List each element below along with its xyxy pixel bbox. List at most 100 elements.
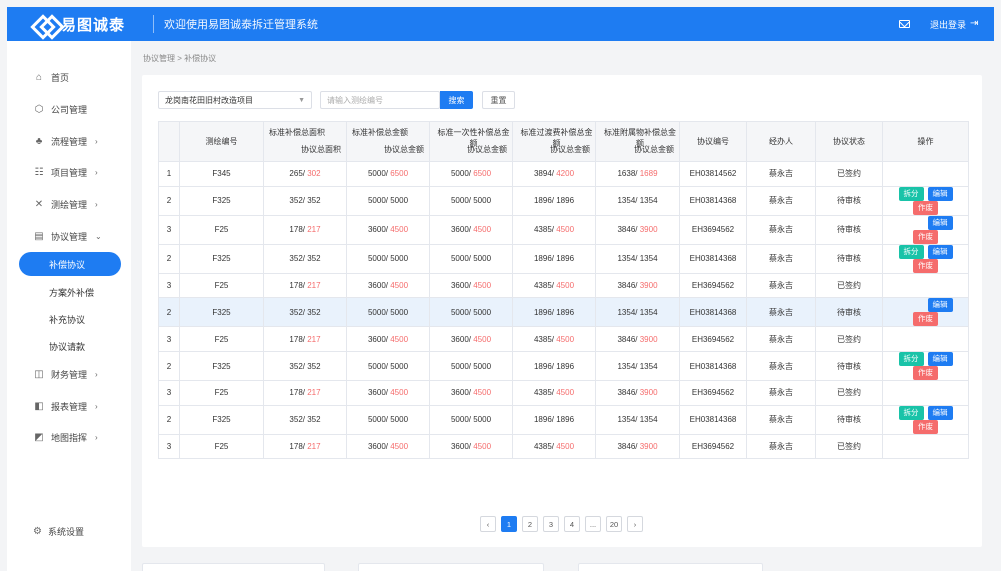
table-row[interactable]: 1 F345 265/ 302 5000/ 6500 5000/ 6500 3894/ 4… [158,161,969,187]
survey-no-search-input[interactable] [320,91,440,109]
edit-button[interactable]: 编辑 [927,352,953,367]
edit-button[interactable]: 编辑 [927,405,953,420]
void-button[interactable]: 作废 [913,200,938,215]
table-row[interactable]: 2 F325 352/ 352 5000/ 5000 5000/ 5000 1896/ 1… [158,404,969,435]
logout-icon[interactable]: ⇥ [970,19,980,29]
gear-icon: ⚙ [33,526,42,537]
agreement-value: 5000 [390,254,409,264]
sidebar-subitem-2[interactable]: 补充协议 [7,307,131,331]
agreement-value: 4500 [473,388,492,398]
agreement-value: 4500 [390,442,409,452]
split-button[interactable]: 拆分 [898,186,924,201]
cell-agreement-no: EH03814562 [679,161,747,187]
project-select[interactable]: 龙岗南花田旧村改造项目 ▼ [158,91,312,109]
standard-value: 3600/ [450,225,474,235]
top-bar: 易图诚泰 欢迎使用易图诚泰拆迁管理系统 退出登录 ⇥ [7,7,994,41]
page-button[interactable]: ... [585,516,601,532]
table-row[interactable]: 3 F25 178/ 217 3600/ 4500 3600/ 4500 4385/ 45… [158,433,969,460]
table-row[interactable]: 3 F25 178/ 217 3600/ 4500 3600/ 4500 4385/ 45… [158,214,969,245]
standard-value: 1354/ [617,307,640,317]
header-divider [153,15,154,33]
sidebar-item-3[interactable]: ☷ 项目管理 › [7,160,131,184]
standard-value: 3846/ [617,442,640,452]
split-button[interactable]: 拆分 [898,352,924,367]
void-button[interactable]: 作废 [913,312,938,327]
sidebar-item-8[interactable]: ◩ 地图指挥 › [7,425,131,449]
void-button[interactable]: 作废 [913,229,938,244]
void-button[interactable]: 作废 [913,419,938,434]
edit-button[interactable]: 编辑 [927,298,953,313]
edit-button[interactable]: 编辑 [927,215,953,230]
table-row[interactable]: 2 F325 352/ 352 5000/ 5000 5000/ 5000 1896/ 1… [158,351,969,382]
reset-button[interactable]: 重置 [482,91,515,109]
cell-amount-pair: 178/ 217 [263,272,347,299]
sidebar-item-0[interactable]: ⌂ 首页 [7,65,131,89]
standard-value: 3846/ [617,388,640,398]
col-survey-no: 测绘编号 [179,121,264,162]
project-select-value: 龙岗南花田旧村改造项目 [165,95,253,105]
sidebar-item-6[interactable]: ◫ 财务管理 › [7,362,131,386]
cell-handler: 蔡永吉 [746,404,816,435]
edit-button[interactable]: 编辑 [927,186,953,201]
sidebar-item-2[interactable]: ♣ 流程管理 › [7,129,131,153]
logout-button[interactable]: 退出登录 [930,18,966,31]
cell-amount-pair: 5000/ 5000 [346,404,430,435]
mail-icon[interactable] [898,20,910,28]
cell-index: 3 [158,272,180,299]
void-button[interactable]: 作废 [913,258,938,273]
sidebar-subitem-1[interactable]: 方案外补偿 [7,280,131,304]
split-button[interactable]: 拆分 [898,244,924,259]
status-badge: 已签约 [815,326,883,353]
page-button[interactable]: 1 [501,516,517,532]
sidebar-item-1[interactable]: ⬡ 公司管理 [7,97,131,121]
page-button[interactable]: 20 [606,516,622,532]
table-row[interactable]: 3 F25 178/ 217 3600/ 4500 3600/ 4500 4385/ 45… [158,272,969,299]
standard-value: 5000/ [450,361,474,371]
sidebar-item-5[interactable]: ▤ 协议管理 ⌄ [7,224,131,248]
standard-value: 1354/ [617,361,640,371]
sidebar-item-settings[interactable]: ⚙ 系统设置 [33,525,84,538]
page-button[interactable]: 3 [543,516,559,532]
cell-agreement-no: EH3694562 [679,380,747,406]
standard-value: 5000/ [367,307,391,317]
sidebar-item-label: 首页 [51,72,70,83]
col-agreement-no: 协议编号 [679,121,747,162]
agreement-value: 5000 [390,361,409,371]
col-handler: 经办人 [746,121,816,162]
table-row[interactable]: 2 F325 352/ 352 5000/ 5000 5000/ 5000 1896/ 1… [158,243,969,274]
next-page-button[interactable]: › [627,516,643,532]
sidebar-subitem-0[interactable]: 补偿协议 [19,252,121,276]
breadcrumb: 协议管理 > 补偿协议 [143,54,217,63]
search-button[interactable]: 搜索 [440,91,473,109]
table-row[interactable]: 3 F25 178/ 217 3600/ 4500 3600/ 4500 4385/ 45… [158,380,969,406]
building-icon: ⬡ [34,103,44,115]
sidebar-item-label: 系统设置 [47,527,84,537]
page-button[interactable]: 2 [522,516,538,532]
sidebar-subitem-3[interactable]: 协议请款 [7,334,131,358]
table-row[interactable]: 3 F25 178/ 217 3600/ 4500 3600/ 4500 4385/ 45… [158,326,969,353]
standard-value: 352/ [289,196,308,206]
standard-value: 1896/ [533,307,557,317]
agreement-value: 1354 [639,196,658,206]
cell-survey-no: F345 [179,161,264,187]
sidebar-item-7[interactable]: ◧ 报表管理 › [7,394,131,418]
table-row[interactable]: 2 F325 352/ 352 5000/ 5000 5000/ 5000 1896/ 1… [158,297,969,328]
agreement-value: 4500 [473,225,492,235]
split-button[interactable]: 拆分 [898,405,924,420]
table-row[interactable]: 2 F325 352/ 352 5000/ 5000 5000/ 5000 1896/ 1… [158,185,969,216]
standard-value: 3600/ [367,281,391,291]
cell-agreement-no: EH03814368 [679,351,747,382]
standard-value: 5000/ [367,254,391,264]
status-badge: 待审核 [815,351,883,382]
void-button[interactable]: 作废 [913,366,938,381]
edit-button[interactable]: 编辑 [927,244,953,259]
page-button[interactable]: 4 [564,516,580,532]
sidebar-item-label: 财务管理 [51,369,88,380]
sidebar-item-4[interactable]: ✕ 测绘管理 › [7,192,131,216]
cell-handler: 蔡永吉 [746,243,816,274]
agreement-value: 4500 [556,388,575,398]
cell-amount-pair: 178/ 217 [263,326,347,353]
prev-page-button[interactable]: ‹ [480,516,496,532]
cell-handler: 蔡永吉 [746,326,816,353]
agreement-value: 352 [307,361,321,371]
